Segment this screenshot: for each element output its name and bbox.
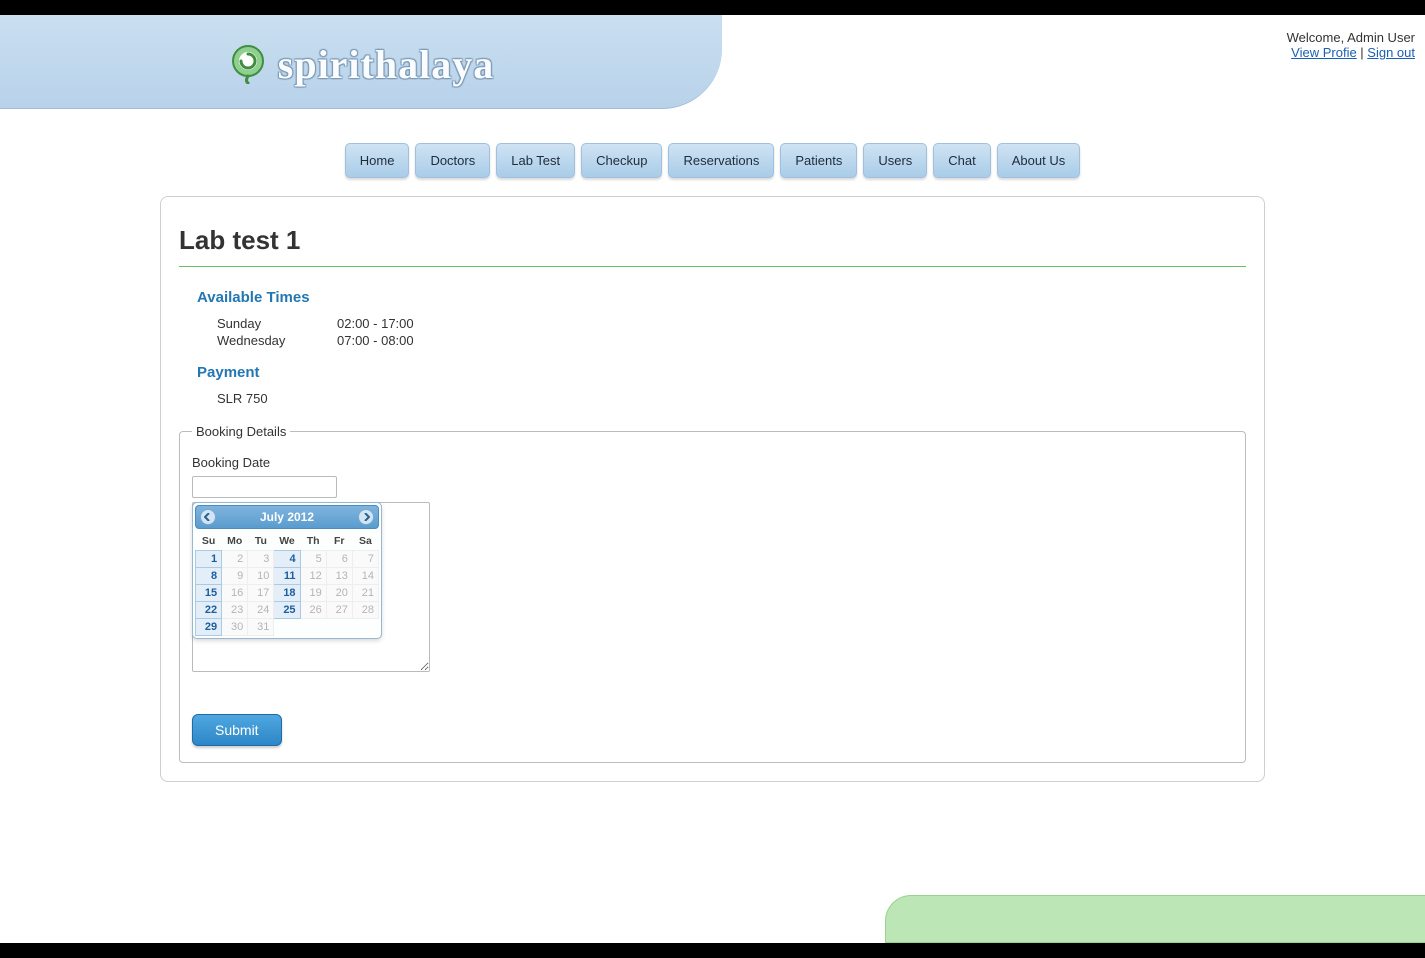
calendar-day-disabled: 27: [326, 602, 352, 619]
calendar-day-disabled: 12: [300, 568, 326, 585]
calendar-day-disabled: 2: [222, 551, 248, 568]
dow-header: Su: [196, 532, 222, 551]
calendar-day-disabled: 28: [352, 602, 378, 619]
calendar-day-active[interactable]: 11: [274, 568, 300, 585]
welcome-text: Welcome, Admin User: [1287, 30, 1415, 45]
nav-reservations[interactable]: Reservations: [668, 143, 774, 178]
calendar-day-disabled: 9: [222, 568, 248, 585]
calendar-day-active[interactable]: 18: [274, 585, 300, 602]
calendar-day-disabled: 23: [222, 602, 248, 619]
dow-header: We: [274, 532, 300, 551]
calendar-day-active[interactable]: 22: [196, 602, 222, 619]
booking-details-fieldset: Booking Details Booking Date July 2012: [179, 424, 1246, 763]
time-range: 02:00 - 17:00: [337, 316, 414, 331]
prev-month-button[interactable]: [200, 509, 216, 525]
dow-header: Mo: [222, 532, 248, 551]
booking-legend: Booking Details: [192, 424, 290, 439]
brand-title: spirithalaya: [278, 41, 494, 88]
nav-users[interactable]: Users: [863, 143, 927, 178]
available-times-list: Sunday 02:00 - 17:00 Wednesday 07:00 - 08:0…: [217, 316, 1246, 348]
main-nav: HomeDoctorsLab TestCheckupReservationsPa…: [0, 143, 1425, 178]
dow-header: Sa: [352, 532, 378, 551]
calendar-day-disabled: 16: [222, 585, 248, 602]
sep: |: [1357, 45, 1368, 60]
next-month-button[interactable]: [358, 509, 374, 525]
calendar-day-active[interactable]: 4: [274, 551, 300, 568]
datepicker-title: July 2012: [260, 510, 314, 524]
nav-home[interactable]: Home: [345, 143, 410, 178]
dow-header: Fr: [326, 532, 352, 551]
calendar-day-active[interactable]: 1: [196, 551, 222, 568]
sign-out-link[interactable]: Sign out: [1367, 45, 1415, 60]
calendar-day-active[interactable]: 25: [274, 602, 300, 619]
datepicker-grid: SuMoTuWeThFrSa 1234567891011121314151617…: [195, 532, 379, 636]
booking-date-label: Booking Date: [192, 455, 1233, 470]
calendar-empty: [300, 619, 326, 636]
time-row: Sunday 02:00 - 17:00: [217, 316, 1246, 331]
calendar-day-disabled: 20: [326, 585, 352, 602]
calendar-day-disabled: 7: [352, 551, 378, 568]
calendar-day-disabled: 19: [300, 585, 326, 602]
calendar-day-disabled: 17: [248, 585, 274, 602]
dow-header: Th: [300, 532, 326, 551]
booking-date-input[interactable]: [192, 476, 337, 498]
datepicker-header: July 2012: [195, 505, 379, 529]
submit-button[interactable]: Submit: [192, 714, 282, 746]
chevron-left-icon: [204, 513, 212, 521]
nav-doctors[interactable]: Doctors: [415, 143, 490, 178]
time-range: 07:00 - 08:00: [337, 333, 414, 348]
nav-chat[interactable]: Chat: [933, 143, 990, 178]
calendar-empty: [274, 619, 300, 636]
window-top-bar: [0, 0, 1425, 15]
nav-about-us[interactable]: About Us: [997, 143, 1080, 178]
calendar-day-disabled: 13: [326, 568, 352, 585]
datepicker: July 2012 SuMoTuWeThFrSa 123456789101112…: [192, 502, 382, 639]
window-bottom-bar: [0, 943, 1425, 958]
calendar-day-disabled: 26: [300, 602, 326, 619]
calendar-empty: [352, 619, 378, 636]
brand-header: spirithalaya: [0, 15, 722, 109]
calendar-day-disabled: 21: [352, 585, 378, 602]
payment-heading: Payment: [197, 364, 1246, 381]
calendar-day-disabled: 30: [222, 619, 248, 636]
calendar-day-disabled: 5: [300, 551, 326, 568]
nav-checkup[interactable]: Checkup: [581, 143, 662, 178]
time-day: Wednesday: [217, 333, 297, 348]
calendar-day-active[interactable]: 8: [196, 568, 222, 585]
spiral-logo-icon: [228, 44, 268, 84]
calendar-day-active[interactable]: 29: [196, 619, 222, 636]
view-profile-link[interactable]: View Profie: [1291, 45, 1357, 60]
calendar-day-disabled: 6: [326, 551, 352, 568]
chevron-right-icon: [362, 513, 370, 521]
calendar-day-active[interactable]: 15: [196, 585, 222, 602]
page-title: Lab test 1: [179, 225, 1246, 256]
calendar-day-disabled: 24: [248, 602, 274, 619]
time-day: Sunday: [217, 316, 297, 331]
available-times-heading: Available Times: [197, 289, 1246, 306]
footer-panel[interactable]: [885, 895, 1425, 943]
calendar-day-disabled: 10: [248, 568, 274, 585]
dow-header: Tu: [248, 532, 274, 551]
time-row: Wednesday 07:00 - 08:00: [217, 333, 1246, 348]
calendar-day-disabled: 31: [248, 619, 274, 636]
nav-patients[interactable]: Patients: [780, 143, 857, 178]
title-divider: [179, 266, 1246, 267]
calendar-empty: [326, 619, 352, 636]
content-panel: Lab test 1 Available Times Sunday 02:00 -…: [160, 196, 1265, 782]
payment-value: SLR 750: [217, 391, 1246, 406]
calendar-day-disabled: 3: [248, 551, 274, 568]
nav-lab-test[interactable]: Lab Test: [496, 143, 575, 178]
calendar-day-disabled: 14: [352, 568, 378, 585]
